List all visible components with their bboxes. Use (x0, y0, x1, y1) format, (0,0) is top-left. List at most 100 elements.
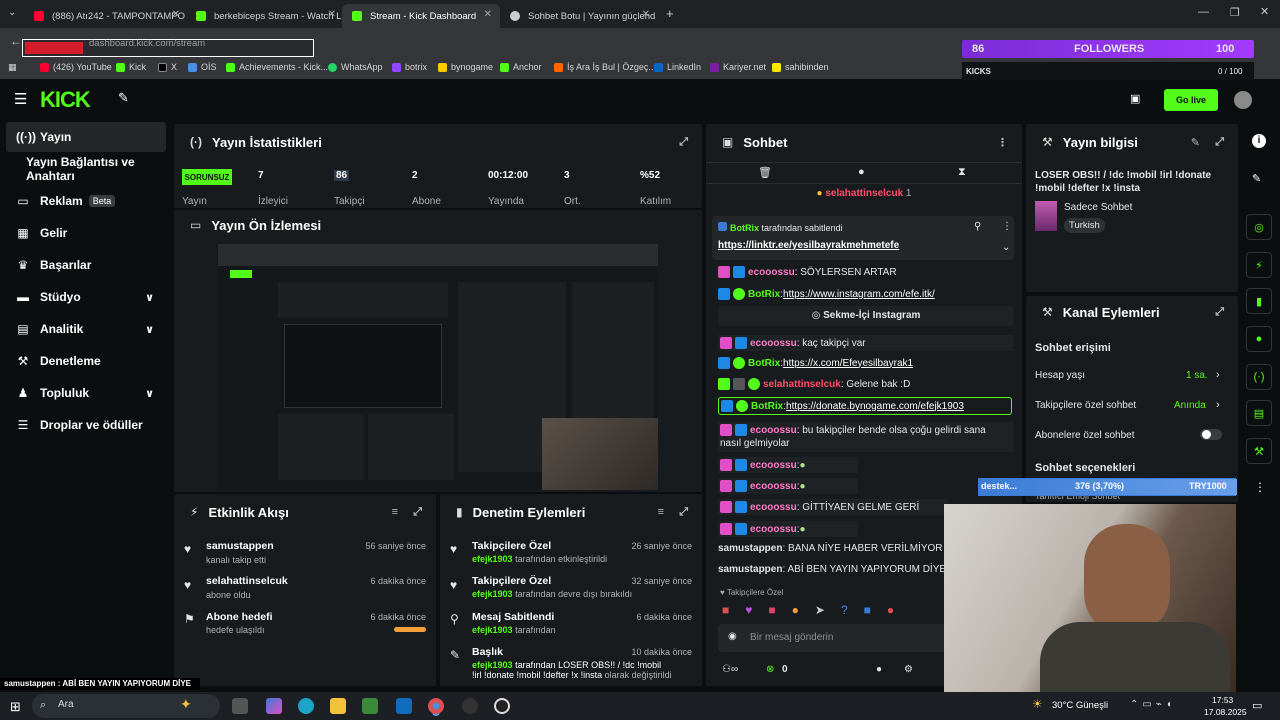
users-icon[interactable]: ⚇∞ (722, 664, 738, 675)
bookmark-whatsapp[interactable]: WhatsApp (328, 62, 383, 72)
pin-icon[interactable]: ✎ (118, 90, 129, 106)
close-window-icon[interactable]: ✕ (1260, 5, 1269, 18)
go-live-button[interactable]: Go live (1164, 89, 1218, 111)
pin-icon[interactable]: ⚲ (974, 221, 981, 232)
bookmark-sahibinden[interactable]: sahibinden (772, 62, 829, 72)
more-icon[interactable]: ⋮ (1002, 221, 1012, 232)
setting-value[interactable]: 1 sa. (1186, 370, 1208, 381)
windows-start-icon[interactable]: ⊞ (10, 699, 21, 715)
sidebar-item-baglanti[interactable]: Yayın Bağlantısı ve Anahtarı (6, 154, 174, 184)
chat-message[interactable]: samustappen: BANA NİYE HABER VERİLMİYOR (718, 543, 943, 554)
obs-icon[interactable] (462, 698, 478, 714)
kick-logo[interactable]: KICK (40, 87, 91, 113)
emote-icon[interactable]: ♥ (745, 603, 752, 619)
bookmark-bynogame[interactable]: bynogame (438, 62, 493, 72)
sidebar-item-gelir[interactable]: ▦ Gelir (6, 218, 166, 248)
clock-time[interactable]: 17:53 (1212, 695, 1233, 705)
copilot-icon[interactable] (266, 698, 282, 714)
tool-button-bolt[interactable]: ⚡ (1246, 252, 1272, 278)
bookmark-isara[interactable]: İş Ara İş Bul | Özgeç... (554, 62, 656, 72)
emote-icon[interactable]: ■ (864, 603, 871, 619)
browser-tab-3[interactable]: Stream - Kick Dashboard ✕ (342, 4, 500, 28)
chevron-down-icon[interactable]: ⌄ (1002, 242, 1010, 253)
bubble-icon[interactable]: ● (858, 166, 865, 178)
bookmark-anchor[interactable]: Anchor (500, 62, 542, 72)
pencil-icon[interactable]: ✎ (1252, 172, 1261, 185)
chat-message[interactable]: ecooossu: ● (718, 521, 858, 537)
sidebar-item-analitik[interactable]: ▤ Analitik ∨ (6, 314, 166, 344)
back-icon[interactable]: ← (10, 34, 22, 48)
bookmark-youtube[interactable]: (426) YouTube (40, 62, 112, 72)
chat-message[interactable]: selahattinselcuk: Gelene bak :D (718, 378, 910, 390)
tray-icons[interactable]: ⌃▭⌁◖ (1130, 699, 1176, 710)
emote-icon[interactable]: ● (792, 603, 799, 619)
new-tab-icon[interactable]: + (666, 6, 674, 21)
bookmark-x[interactable]: X (158, 62, 177, 72)
more-icon[interactable]: ⋮ (1254, 480, 1266, 494)
chat-link[interactable]: https://www.instagram.com/efe.itk/ (783, 289, 935, 300)
pencil-icon[interactable]: ✎ (1191, 136, 1200, 149)
tool-button-target[interactable]: ◎ (1246, 214, 1272, 240)
chat-message[interactable]: ecooossu: SÖYLERSEN ARTAR (718, 266, 897, 278)
bookmark-botrix[interactable]: botrix (392, 62, 427, 72)
sidebar-item-basarilar[interactable]: ♛ Başarılar (6, 250, 166, 280)
chevron-right-icon[interactable]: › (1216, 399, 1220, 411)
file-explorer-icon[interactable] (330, 698, 346, 714)
chat-message[interactable]: ecooossu: ● (718, 478, 858, 494)
sidebar-item-reklam[interactable]: ▭ Reklam Beta (6, 186, 166, 216)
tab-search-icon[interactable]: ⌄ (8, 7, 16, 18)
chat-message[interactable]: BotRix: https://donate.bynogame.com/efej… (718, 397, 1012, 415)
bookmark-achievements[interactable]: Achievements - Kick... (226, 62, 328, 72)
browser-tab-1[interactable]: (886) Atı242 - TAMPONTAMPO ✕ (24, 4, 188, 28)
notification-icon[interactable]: ▭ (1252, 699, 1262, 712)
tool-button-chat[interactable]: ● (1246, 326, 1272, 352)
chat-message[interactable]: ecooossu: bu takipçiler bende olsa çoğu … (718, 422, 1014, 452)
chat-message[interactable]: BotRix: https://x.com/Efeyesilbayrak1 (718, 357, 913, 369)
chat-message[interactable]: ecooossu: kaç takipçi var (718, 335, 1014, 351)
tool-button-list[interactable]: ▤ (1246, 400, 1272, 426)
chat-link[interactable]: https://donate.bynogame.com/efejk1903 (786, 401, 964, 412)
sidebar-item-yayin[interactable]: ((·)) Yayın (6, 122, 166, 152)
chat-message[interactable]: BotRix: https://www.instagram.com/efe.it… (718, 288, 935, 300)
sidebar-item-studyo[interactable]: ▬ Stüdyo ∨ (6, 282, 166, 312)
expand-icon[interactable]: ⤢ (679, 136, 688, 149)
subscribers-only-toggle[interactable] (1200, 429, 1222, 440)
setting-value[interactable]: Anında (1174, 400, 1206, 411)
stream-preview-video[interactable] (218, 244, 658, 490)
sidebar-item-droplar[interactable]: ☰ Droplar ve ödüller (6, 410, 166, 440)
expand-icon[interactable]: ⤢ (679, 506, 688, 519)
timer-icon[interactable]: ⧗ (958, 166, 966, 179)
menu-icon[interactable]: ☰ (14, 90, 27, 108)
pinned-link[interactable]: https://linktr.ee/yesilbayrakmehmetefe (718, 240, 899, 251)
close-icon[interactable]: ✕ (172, 9, 180, 20)
task-view-icon[interactable] (232, 698, 248, 714)
sidebar-item-topluluk[interactable]: ♟ Topluluk ∨ (6, 378, 166, 408)
edge-icon[interactable] (298, 698, 314, 714)
bookmark-kick[interactable]: Kick (116, 62, 146, 72)
expand-icon[interactable]: ⤢ (1215, 136, 1224, 149)
close-icon[interactable]: ✕ (642, 9, 650, 20)
filter-icon[interactable]: ≡ (392, 506, 398, 518)
chat-link[interactable]: https://x.com/Efeyesilbayrak1 (783, 358, 913, 369)
emote-icon[interactable]: ■ (768, 603, 775, 619)
chrome-icon[interactable] (428, 698, 444, 714)
camera-icon[interactable]: ▣ (1130, 92, 1140, 105)
trash-icon[interactable]: 🗑 (758, 166, 772, 179)
address-bar[interactable]: dashboard.kick.com/stream (22, 38, 314, 57)
tool-button-broadcast[interactable]: (·) (1246, 364, 1272, 390)
expand-icon[interactable]: ⤢ (1215, 306, 1224, 319)
chat-icon[interactable]: ● (876, 664, 882, 675)
browser-tab-4[interactable]: Sohbet Botu | Yayının güçlend ✕ (500, 4, 658, 28)
chat-message[interactable]: samustappen: ABİ BEN YAYIN YAPIYORUM DİY… (718, 564, 946, 575)
emote-icon[interactable]: ➤ (815, 603, 825, 619)
pinned-message[interactable]: BotRix tarafından sabitlendi https://lin… (712, 216, 1014, 260)
sidebar-item-denetleme[interactable]: ⚒ Denetleme (6, 346, 166, 376)
gear-icon[interactable]: ⚙ (904, 664, 913, 675)
bookmark-kariyer[interactable]: Kariyer.net (710, 62, 766, 72)
info-icon[interactable]: i (1252, 134, 1266, 148)
outlook-icon[interactable] (396, 698, 412, 714)
emote-icon[interactable]: ■ (722, 603, 729, 619)
tool-button-clipboard[interactable]: ▮ (1246, 288, 1272, 314)
expand-icon[interactable]: ⤢ (413, 506, 422, 519)
chat-message[interactable]: ecooossu: GİTTİYAEN GELME GERİ (718, 499, 948, 515)
